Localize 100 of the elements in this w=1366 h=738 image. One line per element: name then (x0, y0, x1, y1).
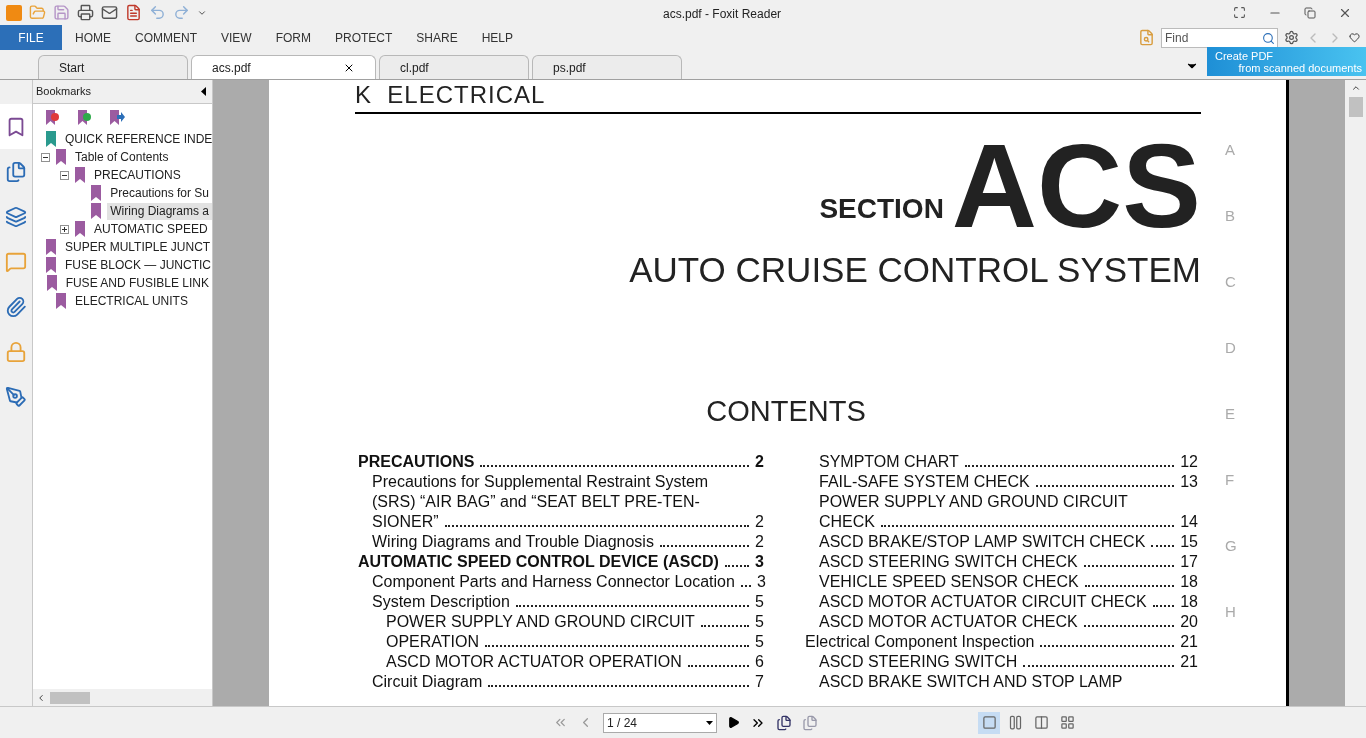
page-number: 18 (1180, 592, 1198, 612)
page-number: 2 (755, 452, 764, 472)
page-number: 15 (1180, 532, 1198, 552)
ribbon-tab[interactable]: PROTECT (323, 25, 405, 50)
window-title: acs.pdf - Foxit Reader (663, 6, 782, 23)
toc-entry-text: SYMPTOM CHART (819, 452, 959, 472)
page-number: 21 (1180, 632, 1198, 652)
add-bookmark-icon[interactable] (77, 110, 93, 126)
leader-line (1151, 545, 1175, 547)
lock-icon (5, 340, 27, 363)
search-field[interactable]: Find (1161, 27, 1278, 48)
pages-icon (5, 160, 27, 183)
page-number: 5 (755, 632, 764, 652)
vertical-scrollbar[interactable] (1345, 80, 1366, 706)
bookmark-item[interactable]: ELECTRICAL UNITS (72, 292, 191, 310)
bookmark-item[interactable]: AUTOMATIC SPEED (91, 220, 211, 238)
document-tab[interactable]: cl.pdf (379, 55, 529, 79)
fullscreen-icon[interactable] (1233, 6, 1246, 19)
page-number: 21 (1180, 652, 1198, 672)
page-number: 2 (755, 532, 764, 552)
ribbon-tab[interactable]: FILE (0, 25, 62, 50)
heart-icon[interactable] (1349, 32, 1360, 43)
caret-icon[interactable] (706, 720, 713, 725)
margin-letter: D (1225, 338, 1237, 358)
toc-entry-text: VEHICLE SPEED SENSOR CHECK (819, 572, 1079, 592)
document-tab[interactable]: Start (38, 55, 188, 79)
toc-entry-text: ASCD BRAKE SWITCH AND STOP LAMP (819, 672, 1123, 692)
bookmark-item[interactable]: Precautions for Su (107, 184, 212, 202)
scroll-left-icon[interactable] (36, 692, 46, 703)
bookmark-item[interactable]: FUSE BLOCK — JUNCTIC (62, 256, 214, 274)
collapse-toggle[interactable] (59, 170, 69, 180)
ribbon-tab[interactable]: HELP (469, 25, 526, 50)
margin-letter: C (1225, 272, 1237, 292)
settings-icon[interactable] (1284, 30, 1299, 45)
ribbon-tab[interactable]: SHARE (404, 25, 470, 50)
leader-line (1152, 605, 1175, 607)
margin-letter: G (1225, 536, 1237, 556)
page-number: 7 (755, 672, 764, 692)
leader-line (687, 665, 750, 667)
plus-icon (60, 225, 68, 233)
page-number: 3 (756, 572, 766, 592)
next-view-icon[interactable] (802, 714, 818, 731)
toc-entry-text: Wiring Diagrams and Trouble Diagnosis (372, 532, 654, 552)
page-number: 5 (755, 592, 764, 612)
page-layout-icon (1007, 715, 1023, 730)
toc-entry-text: CHECK (819, 512, 875, 532)
ribbon-tab[interactable]: HOME (63, 25, 123, 50)
view-mode-button[interactable] (978, 711, 1000, 734)
bookmark-item[interactable]: FUSE AND FUSIBLE LINK (62, 274, 212, 292)
toc-entry-text: ASCD MOTOR ACTUATOR CHECK (819, 612, 1078, 632)
margin-letter: E (1225, 404, 1236, 424)
toc-entry-text: Precautions for Supplemental Restraint System (372, 472, 709, 492)
toc-entry-text: OPERATION (386, 632, 480, 652)
contents-title: CONTENTS (705, 394, 866, 428)
scrollbar-thumb[interactable] (50, 691, 90, 704)
toc-entry-text: Circuit Diagram (372, 672, 483, 692)
toc-entry-text: ASCD BRAKE/STOP LAMP SWITCH CHECK (819, 532, 1146, 552)
ribbon-tab[interactable]: COMMENT (123, 25, 209, 50)
toc-entry-text: Component Parts and Harness Connector Location (372, 572, 735, 592)
comment-icon (5, 250, 27, 273)
ribbon-tab[interactable]: VIEW (209, 25, 264, 50)
horizontal-scrollbar[interactable] (33, 689, 212, 706)
ribbon-tab[interactable]: FORM (263, 25, 323, 50)
previous-view-icon[interactable] (776, 714, 792, 731)
restore-icon[interactable] (1304, 6, 1316, 19)
toc-entry-text: AUTOMATIC SPEED CONTROL DEVICE (ASCD) (358, 552, 719, 572)
bookmark-item[interactable]: Table of Contents (72, 148, 172, 166)
document-tab[interactable]: acs.pdf (191, 55, 376, 79)
side-panel-tab[interactable] (0, 104, 32, 149)
page-number-field[interactable]: 1 / 24 (603, 712, 717, 733)
next-page-icon[interactable] (727, 716, 740, 729)
page-header: K ELECTRICAL (355, 82, 547, 108)
toc-entry-text: ASCD MOTOR ACTUATOR OPERATION (386, 652, 682, 672)
page-number: 18 (1180, 572, 1198, 592)
expand-toggle[interactable] (59, 224, 69, 234)
bookmark-item[interactable]: Wiring Diagrams a (107, 202, 212, 220)
document-tab[interactable]: ps.pdf (532, 55, 682, 79)
new-document-icon[interactable] (125, 4, 142, 21)
toc-entry-text: ASCD STEERING SWITCH (819, 652, 1018, 672)
collapse-toggle[interactable] (40, 152, 50, 162)
print-icon[interactable] (77, 4, 94, 21)
toc-entry-text: SIONER” (372, 512, 439, 532)
collapse-panel-icon[interactable] (201, 87, 206, 96)
page-layout-icon (981, 715, 997, 730)
search-icon[interactable] (1262, 31, 1275, 45)
leader-line (740, 585, 751, 587)
bookmark-item[interactable]: SUPER MULTIPLE JUNCT (62, 238, 214, 256)
toc-entry-text: PRECAUTIONS (358, 452, 475, 472)
toc-entry-text: ASCD MOTOR ACTUATOR CIRCUIT CHECK (819, 592, 1147, 612)
page-number: 12 (1180, 452, 1198, 472)
paperclip-icon (5, 295, 27, 318)
email-icon[interactable] (101, 4, 118, 21)
bookmark-item[interactable]: QUICK REFERENCE INDE (62, 130, 216, 148)
delete-bookmark-icon[interactable] (45, 110, 61, 126)
scrollbar-thumb[interactable] (1348, 97, 1363, 117)
scroll-up-icon[interactable] (1350, 83, 1361, 93)
page-layout-icon (1059, 715, 1075, 730)
bookmark-item[interactable]: PRECAUTIONS (91, 166, 184, 184)
page-number: 20 (1180, 612, 1198, 632)
go-to-bookmark-icon[interactable] (109, 110, 125, 126)
